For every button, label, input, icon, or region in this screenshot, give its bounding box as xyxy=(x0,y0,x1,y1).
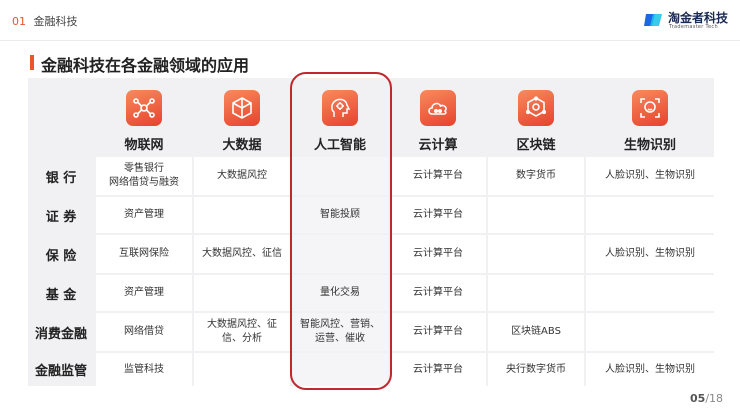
column-label: 区块链 xyxy=(516,138,556,153)
column-label: 云计算 xyxy=(418,138,458,153)
page-title: 金融科技在各金融领域的应用 xyxy=(41,56,250,75)
table-cell: 云计算平台 xyxy=(390,275,486,311)
logo-mark-icon xyxy=(644,14,662,26)
row-header-regulation: 金融监管 xyxy=(28,353,94,386)
table-cell: 云计算平台 xyxy=(390,353,486,386)
table-cell: 区块链ABS xyxy=(488,313,584,351)
row-header-consumer-finance: 消费金融 xyxy=(28,313,94,351)
section-label: 01 金融科技 xyxy=(12,13,78,29)
row-header-securities: 证 券 xyxy=(28,197,94,233)
table-cell xyxy=(194,197,290,233)
table-cell: 人脸识别、生物识别 xyxy=(586,235,714,273)
table-cell xyxy=(488,197,584,233)
column-header-cloud: 云计算 xyxy=(390,78,486,156)
table-cell xyxy=(488,275,584,311)
table-cell: 大数据风控、征 信、分析 xyxy=(194,313,290,351)
table-cell: 大数据风控、征信 xyxy=(194,235,290,273)
row-header-insurance: 保 险 xyxy=(28,235,94,273)
table-cell: 云计算平台 xyxy=(390,157,486,195)
table-cell: 云计算平台 xyxy=(390,235,486,273)
column-label: 物联网 xyxy=(124,138,164,153)
table-cell xyxy=(586,313,714,351)
table-cell: 网络借贷 xyxy=(96,313,192,351)
table-cell: 人脸识别、生物识别 xyxy=(586,353,714,386)
ai-column-highlight xyxy=(290,72,392,390)
table-cell: 人脸识别、生物识别 xyxy=(586,157,714,195)
header-divider xyxy=(0,40,740,41)
table-cell: 资产管理 xyxy=(96,275,192,311)
company-logo: 淘金者科技 Trademaster Tech xyxy=(644,9,730,33)
column-header-blockchain: 区块链 xyxy=(488,78,584,156)
table-cell: 互联网保险 xyxy=(96,235,192,273)
table-cell xyxy=(586,275,714,311)
row-header-bank: 银 行 xyxy=(28,157,94,195)
row-header-fund: 基 金 xyxy=(28,275,94,311)
table-cell: 数字货币 xyxy=(488,157,584,195)
column-header-iot: 物联网 xyxy=(96,78,192,156)
section-number: 01 xyxy=(12,15,26,28)
column-header-biometrics: 生物识别 xyxy=(586,78,714,156)
table-cell: 大数据风控 xyxy=(194,157,290,195)
page-current: 05 xyxy=(690,392,706,405)
page-total: /18 xyxy=(705,392,724,405)
column-header-big-data: 大数据 xyxy=(194,78,290,156)
table-cell: 资产管理 xyxy=(96,197,192,233)
table-cell: 云计算平台 xyxy=(390,197,486,233)
table-cell xyxy=(586,197,714,233)
table-cell: 云计算平台 xyxy=(390,313,486,351)
big-data-icon xyxy=(224,90,260,126)
iot-network-icon xyxy=(126,90,162,126)
top-bar: 01 金融科技 淘金者科技 Trademaster Tech xyxy=(0,0,740,40)
column-label: 生物识别 xyxy=(623,138,676,153)
section-title: 金融科技 xyxy=(33,15,78,28)
table-cell xyxy=(488,235,584,273)
logo-en-text: Trademaster Tech xyxy=(669,24,718,30)
table-cell xyxy=(194,353,290,386)
column-label: 大数据 xyxy=(222,138,262,153)
table-cell: 监管科技 xyxy=(96,353,192,386)
page-number: 05/18 xyxy=(690,392,723,405)
table-cell: 零售银行 网络借贷与融资 xyxy=(96,157,192,195)
blockchain-icon xyxy=(518,90,554,126)
title-accent-bar xyxy=(30,55,34,70)
table-cell xyxy=(194,275,290,311)
table-cell: 央行数字货币 xyxy=(488,353,584,386)
face-recognition-icon xyxy=(632,90,668,126)
cloud-icon xyxy=(420,90,456,126)
